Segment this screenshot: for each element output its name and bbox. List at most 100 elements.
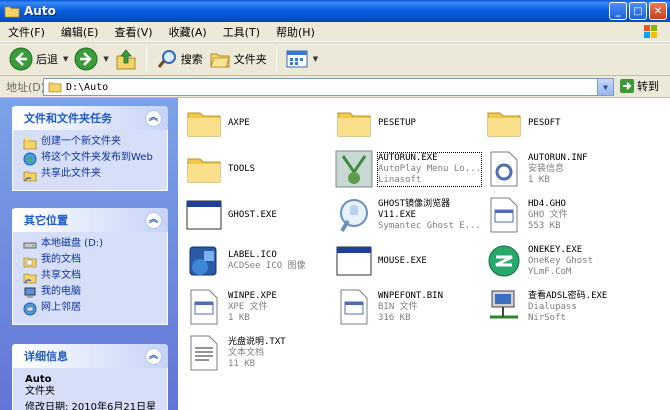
generic-file-icon: [190, 289, 218, 325]
forward-button[interactable]: ▼: [71, 45, 111, 73]
collapse-chevron-icon[interactable]: ︽: [145, 109, 162, 127]
title-bar: Auto _ □ ✕: [0, 0, 670, 22]
shared-documents-icon: [23, 273, 37, 284]
file-item-mouse-exe[interactable]: MOUSE.EXE: [334, 238, 484, 284]
ghost-explorer-icon: [340, 199, 368, 233]
place-my-documents[interactable]: 我的文档: [23, 254, 163, 268]
search-icon: [157, 50, 176, 68]
file-item-label-ico[interactable]: LABEL.ICO ACDSee ICO 图像: [184, 238, 334, 284]
address-dropdown-button[interactable]: ▼: [597, 79, 613, 95]
details-header[interactable]: 详细信息 ︽: [12, 344, 168, 368]
file-item-onekey-exe[interactable]: ONEKEY.EXE OneKey Ghost YLmF.CoM: [484, 238, 634, 284]
folders-label: 文件夹: [233, 53, 267, 66]
file-item-ghost-explorer[interactable]: GHOST镜像浏览器 V11.EXE Symantec Ghost E...: [334, 192, 484, 238]
toolbar-separator: [275, 47, 277, 71]
onekey-ghost-icon: [488, 245, 520, 277]
window-title: Auto: [24, 4, 56, 18]
network-computer-icon: [490, 290, 518, 319]
autoplay-app-icon: [335, 150, 373, 188]
forward-arrow-icon: [74, 47, 98, 71]
place-local-disk[interactable]: 本地磁盘 (D:): [23, 238, 163, 252]
file-item-ghost-exe[interactable]: GHOST.EXE: [184, 192, 334, 238]
file-tasks-body: 创建一个新文件夹 将这个文件夹发布到Web 共享此文件夹: [12, 130, 168, 191]
other-places-title: 其它位置: [24, 214, 68, 227]
chevron-down-icon[interactable]: ▼: [103, 55, 108, 63]
folder-icon: [187, 158, 221, 183]
address-label: 地址(D): [6, 80, 46, 94]
place-network[interactable]: 网上邻居: [23, 302, 163, 316]
folder-icon: [487, 112, 521, 137]
file-item-axpe[interactable]: AXPE: [184, 100, 334, 146]
file-item-adsl-password[interactable]: 查看ADSL密码.EXE Dialupass NirSoft: [484, 284, 634, 330]
folder-up-icon: [116, 49, 136, 70]
toolbar: 后退 ▼ ▼ 搜索 文件夹 ▼: [0, 42, 670, 76]
windows-logo-icon: [644, 25, 657, 38]
chevron-down-icon[interactable]: ▼: [313, 55, 318, 63]
generic-file-icon: [340, 289, 368, 325]
details-body: Auto 文件夹 修改日期: 2010年6月21日星: [12, 368, 168, 410]
acdsee-image-icon: [189, 246, 217, 276]
collapse-chevron-icon[interactable]: ︽: [145, 211, 162, 229]
folders-button[interactable]: 文件夹: [206, 45, 270, 73]
menu-favorites[interactable]: 收藏(A): [161, 24, 215, 40]
task-share-folder[interactable]: 共享此文件夹: [23, 168, 163, 182]
folder-icon: [4, 6, 20, 18]
task-publish-web[interactable]: 将这个文件夹发布到Web: [23, 152, 163, 166]
details-type: 文件夹: [25, 386, 55, 397]
folders-icon: [210, 53, 230, 68]
file-tasks-title: 文件和文件夹任务: [24, 112, 112, 125]
task-pane: 文件和文件夹任务 ︽ 创建一个新文件夹 将这个文件夹发布到Web 共享此文件夹 …: [0, 98, 178, 410]
search-button[interactable]: 搜索: [153, 45, 206, 73]
my-computer-icon: [24, 287, 36, 298]
address-bar: 地址(D) D:\Auto ▼ 转到: [0, 76, 670, 98]
file-list[interactable]: AXPE PESETUP PESOFT TOOLS AUTORUN.EXE Au…: [178, 98, 670, 410]
file-item-pesoft[interactable]: PESOFT: [484, 100, 634, 146]
address-input[interactable]: D:\Auto ▼: [43, 78, 614, 96]
collapse-chevron-icon[interactable]: ︽: [145, 347, 162, 365]
file-item-autorun-exe[interactable]: AUTORUN.EXE AutoPlay Menu Lo... Linasoft: [334, 146, 484, 192]
back-label: 后退: [36, 53, 58, 66]
menu-tools[interactable]: 工具(T): [215, 24, 268, 40]
other-places-header[interactable]: 其它位置 ︽: [12, 208, 168, 232]
file-item-pesetup[interactable]: PESETUP: [334, 100, 484, 146]
details-title: 详细信息: [24, 350, 68, 363]
exe-window-icon: [186, 200, 222, 230]
close-button[interactable]: ✕: [649, 2, 667, 20]
file-item-winpe-xpe[interactable]: WINPE.XPE XPE 文件 1 KB: [184, 284, 334, 330]
file-tasks-header[interactable]: 文件和文件夹任务 ︽: [12, 106, 168, 130]
views-button[interactable]: ▼: [283, 45, 321, 73]
toolbar-separator: [145, 47, 147, 71]
file-item-disc-readme[interactable]: 光盘说明.TXT 文本文档 11 KB: [184, 330, 334, 376]
menu-bar: 文件(F) 编辑(E) 查看(V) 收藏(A) 工具(T) 帮助(H): [0, 22, 670, 42]
file-item-wnpefont-bin[interactable]: WNPEFONT.BIN BIN 文件 316 KB: [334, 284, 484, 330]
publish-web-icon: [23, 152, 37, 166]
menu-view[interactable]: 查看(V): [106, 24, 160, 40]
task-new-folder[interactable]: 创建一个新文件夹: [23, 136, 163, 150]
place-shared-documents[interactable]: 共享文档: [23, 270, 163, 284]
file-item-autorun-inf[interactable]: AUTORUN.INF 安装信息 1 KB: [484, 146, 634, 192]
place-my-computer[interactable]: 我的电脑: [23, 286, 163, 300]
file-item-hd4-gho[interactable]: HD4.GHO GHO 文件 553 KB: [484, 192, 634, 238]
back-button[interactable]: 后退 ▼: [6, 45, 71, 73]
menu-help[interactable]: 帮助(H): [268, 24, 323, 40]
go-button[interactable]: 转到: [620, 78, 659, 94]
up-button[interactable]: [112, 45, 140, 73]
views-icon: [286, 50, 308, 68]
file-tasks-panel: 文件和文件夹任务 ︽ 创建一个新文件夹 将这个文件夹发布到Web 共享此文件夹: [12, 106, 168, 191]
menu-file[interactable]: 文件(F): [0, 24, 53, 40]
minimize-button[interactable]: _: [609, 2, 627, 20]
exe-window-icon: [336, 246, 372, 276]
other-places-panel: 其它位置 ︽ 本地磁盘 (D:) 我的文档 共享文档 我的电脑 网上邻居: [12, 208, 168, 325]
menu-edit[interactable]: 编辑(E): [53, 24, 107, 40]
address-value: D:\Auto: [66, 81, 109, 93]
maximize-button[interactable]: □: [629, 2, 647, 20]
file-item-tools[interactable]: TOOLS: [184, 146, 334, 192]
other-places-body: 本地磁盘 (D:) 我的文档 共享文档 我的电脑 网上邻居: [12, 232, 168, 325]
folder-icon: [337, 112, 371, 137]
go-label: 转到: [637, 80, 659, 93]
folder-icon: [48, 82, 62, 93]
inf-file-icon: [490, 151, 518, 187]
new-folder-icon: [23, 137, 37, 150]
go-arrow-icon: [620, 79, 634, 93]
chevron-down-icon[interactable]: ▼: [63, 55, 68, 63]
